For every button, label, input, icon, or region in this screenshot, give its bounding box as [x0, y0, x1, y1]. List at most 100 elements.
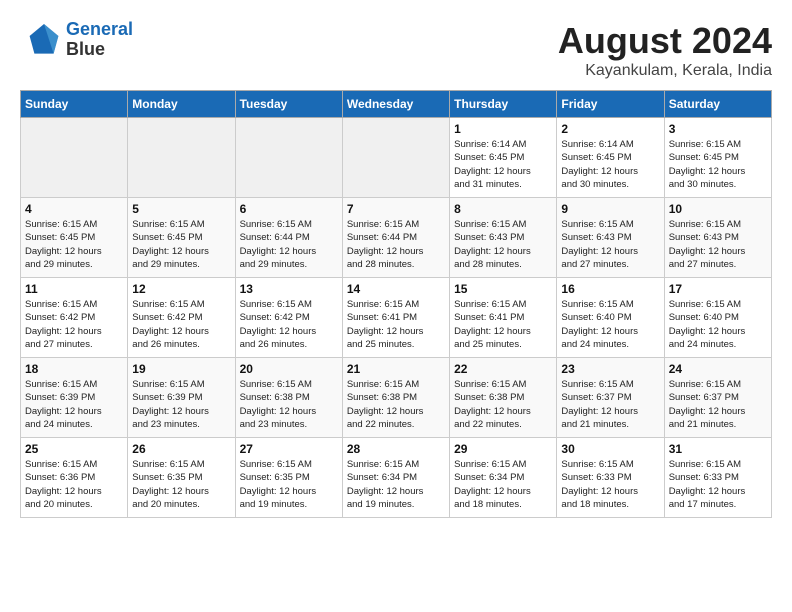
calendar-cell: 14Sunrise: 6:15 AM Sunset: 6:41 PM Dayli…: [342, 278, 449, 358]
day-number: 30: [561, 442, 659, 456]
logo-icon: [20, 20, 60, 60]
day-info: Sunrise: 6:15 AM Sunset: 6:43 PM Dayligh…: [669, 218, 767, 271]
calendar-cell: 9 Sunrise: 6:15 AM Sunset: 6:43 PM Daylig…: [557, 198, 664, 278]
day-info: Sunrise: 6:15 AM Sunset: 6:42 PM Dayligh…: [132, 298, 230, 351]
day-number: 10: [669, 202, 767, 216]
day-number: 31: [669, 442, 767, 456]
calendar-week-2: 4Sunrise: 6:15 AM Sunset: 6:45 PM Daylig…: [21, 198, 772, 278]
day-info: Sunrise: 6:15 AM Sunset: 6:35 PM Dayligh…: [240, 458, 338, 511]
day-info: Sunrise: 6:15 AM Sunset: 6:39 PM Dayligh…: [132, 378, 230, 431]
day-info: Sunrise: 6:15 AM Sunset: 6:38 PM Dayligh…: [240, 378, 338, 431]
calendar-cell: 20 Sunrise: 6:15 AM Sunset: 6:38 PM Dayli…: [235, 358, 342, 438]
day-info: Sunrise: 6:15 AM Sunset: 6:40 PM Dayligh…: [561, 298, 659, 351]
day-number: 3: [669, 122, 767, 136]
calendar-cell: 6 Sunrise: 6:15 AM Sunset: 6:44 PM Daylig…: [235, 198, 342, 278]
calendar-cell: 12 Sunrise: 6:15 AM Sunset: 6:42 PM Dayli…: [128, 278, 235, 358]
day-number: 2: [561, 122, 659, 136]
calendar-cell: 16 Sunrise: 6:15 AM Sunset: 6:40 PM Dayli…: [557, 278, 664, 358]
calendar-week-3: 11Sunrise: 6:15 AM Sunset: 6:42 PM Dayli…: [21, 278, 772, 358]
calendar-cell: 29 Sunrise: 6:15 AM Sunset: 6:34 PM Dayli…: [450, 438, 557, 518]
calendar-cell: 13Sunrise: 6:15 AM Sunset: 6:42 PM Dayli…: [235, 278, 342, 358]
day-number: 28: [347, 442, 445, 456]
day-number: 6: [240, 202, 338, 216]
day-number: 1: [454, 122, 552, 136]
location-subtitle: Kayankulam, Kerala, India: [558, 62, 772, 80]
calendar-cell: [235, 118, 342, 198]
calendar-cell: 2 Sunrise: 6:14 AM Sunset: 6:45 PM Daylig…: [557, 118, 664, 198]
day-number: 27: [240, 442, 338, 456]
day-number: 7: [347, 202, 445, 216]
calendar-cell: 24Sunrise: 6:15 AM Sunset: 6:37 PM Dayli…: [664, 358, 771, 438]
calendar-body: 1 Sunrise: 6:14 AM Sunset: 6:45 PM Daylig…: [21, 118, 772, 518]
day-info: Sunrise: 6:15 AM Sunset: 6:34 PM Dayligh…: [454, 458, 552, 511]
day-number: 13: [240, 282, 338, 296]
day-number: 29: [454, 442, 552, 456]
day-header-tuesday: Tuesday: [235, 91, 342, 118]
calendar-week-5: 25 Sunrise: 6:15 AM Sunset: 6:36 PM Dayli…: [21, 438, 772, 518]
calendar-cell: [342, 118, 449, 198]
day-number: 23: [561, 362, 659, 376]
day-info: Sunrise: 6:15 AM Sunset: 6:45 PM Dayligh…: [25, 218, 123, 271]
day-info: Sunrise: 6:15 AM Sunset: 6:37 PM Dayligh…: [561, 378, 659, 431]
calendar-cell: 5 Sunrise: 6:15 AM Sunset: 6:45 PM Daylig…: [128, 198, 235, 278]
calendar-cell: 3 Sunrise: 6:15 AM Sunset: 6:45 PM Daylig…: [664, 118, 771, 198]
calendar-cell: 11Sunrise: 6:15 AM Sunset: 6:42 PM Dayli…: [21, 278, 128, 358]
calendar-cell: 1 Sunrise: 6:14 AM Sunset: 6:45 PM Daylig…: [450, 118, 557, 198]
day-info: Sunrise: 6:14 AM Sunset: 6:45 PM Dayligh…: [454, 138, 552, 191]
day-number: 15: [454, 282, 552, 296]
calendar-week-1: 1 Sunrise: 6:14 AM Sunset: 6:45 PM Daylig…: [21, 118, 772, 198]
calendar-cell: 25 Sunrise: 6:15 AM Sunset: 6:36 PM Dayli…: [21, 438, 128, 518]
title-block: August 2024 Kayankulam, Kerala, India: [558, 20, 772, 80]
calendar-cell: 21 Sunrise: 6:15 AM Sunset: 6:38 PM Dayli…: [342, 358, 449, 438]
day-number: 26: [132, 442, 230, 456]
calendar-cell: 23 Sunrise: 6:15 AM Sunset: 6:37 PM Dayli…: [557, 358, 664, 438]
day-info: Sunrise: 6:15 AM Sunset: 6:39 PM Dayligh…: [25, 378, 123, 431]
day-info: Sunrise: 6:15 AM Sunset: 6:42 PM Dayligh…: [25, 298, 123, 351]
day-number: 5: [132, 202, 230, 216]
day-header-thursday: Thursday: [450, 91, 557, 118]
day-header-monday: Monday: [128, 91, 235, 118]
calendar-cell: 4Sunrise: 6:15 AM Sunset: 6:45 PM Daylig…: [21, 198, 128, 278]
day-info: Sunrise: 6:15 AM Sunset: 6:44 PM Dayligh…: [347, 218, 445, 271]
day-info: Sunrise: 6:15 AM Sunset: 6:35 PM Dayligh…: [132, 458, 230, 511]
day-header-saturday: Saturday: [664, 91, 771, 118]
calendar-cell: 18 Sunrise: 6:15 AM Sunset: 6:39 PM Dayli…: [21, 358, 128, 438]
logo-text: General Blue: [66, 20, 133, 60]
calendar-cell: 17Sunrise: 6:15 AM Sunset: 6:40 PM Dayli…: [664, 278, 771, 358]
day-info: Sunrise: 6:14 AM Sunset: 6:45 PM Dayligh…: [561, 138, 659, 191]
day-number: 24: [669, 362, 767, 376]
calendar-cell: 8Sunrise: 6:15 AM Sunset: 6:43 PM Daylig…: [450, 198, 557, 278]
day-header-wednesday: Wednesday: [342, 91, 449, 118]
day-info: Sunrise: 6:15 AM Sunset: 6:38 PM Dayligh…: [454, 378, 552, 431]
calendar-cell: 15 Sunrise: 6:15 AM Sunset: 6:41 PM Dayli…: [450, 278, 557, 358]
day-number: 16: [561, 282, 659, 296]
day-info: Sunrise: 6:15 AM Sunset: 6:44 PM Dayligh…: [240, 218, 338, 271]
day-number: 21: [347, 362, 445, 376]
calendar-header-row: SundayMondayTuesdayWednesdayThursdayFrid…: [21, 91, 772, 118]
day-info: Sunrise: 6:15 AM Sunset: 6:45 PM Dayligh…: [669, 138, 767, 191]
day-number: 14: [347, 282, 445, 296]
calendar-week-4: 18 Sunrise: 6:15 AM Sunset: 6:39 PM Dayli…: [21, 358, 772, 438]
calendar-cell: 30 Sunrise: 6:15 AM Sunset: 6:33 PM Dayli…: [557, 438, 664, 518]
day-number: 12: [132, 282, 230, 296]
day-info: Sunrise: 6:15 AM Sunset: 6:36 PM Dayligh…: [25, 458, 123, 511]
day-info: Sunrise: 6:15 AM Sunset: 6:33 PM Dayligh…: [561, 458, 659, 511]
page-header: General Blue August 2024 Kayankulam, Ker…: [20, 20, 772, 80]
day-number: 25: [25, 442, 123, 456]
calendar-cell: [128, 118, 235, 198]
day-number: 20: [240, 362, 338, 376]
month-title: August 2024: [558, 20, 772, 62]
calendar-cell: 31Sunrise: 6:15 AM Sunset: 6:33 PM Dayli…: [664, 438, 771, 518]
day-info: Sunrise: 6:15 AM Sunset: 6:43 PM Dayligh…: [561, 218, 659, 271]
day-header-friday: Friday: [557, 91, 664, 118]
day-info: Sunrise: 6:15 AM Sunset: 6:38 PM Dayligh…: [347, 378, 445, 431]
calendar-table: SundayMondayTuesdayWednesdayThursdayFrid…: [20, 90, 772, 518]
calendar-cell: 28 Sunrise: 6:15 AM Sunset: 6:34 PM Dayli…: [342, 438, 449, 518]
day-number: 9: [561, 202, 659, 216]
day-info: Sunrise: 6:15 AM Sunset: 6:34 PM Dayligh…: [347, 458, 445, 511]
calendar-cell: 22Sunrise: 6:15 AM Sunset: 6:38 PM Dayli…: [450, 358, 557, 438]
day-number: 18: [25, 362, 123, 376]
day-info: Sunrise: 6:15 AM Sunset: 6:45 PM Dayligh…: [132, 218, 230, 271]
day-info: Sunrise: 6:15 AM Sunset: 6:41 PM Dayligh…: [454, 298, 552, 351]
day-number: 19: [132, 362, 230, 376]
